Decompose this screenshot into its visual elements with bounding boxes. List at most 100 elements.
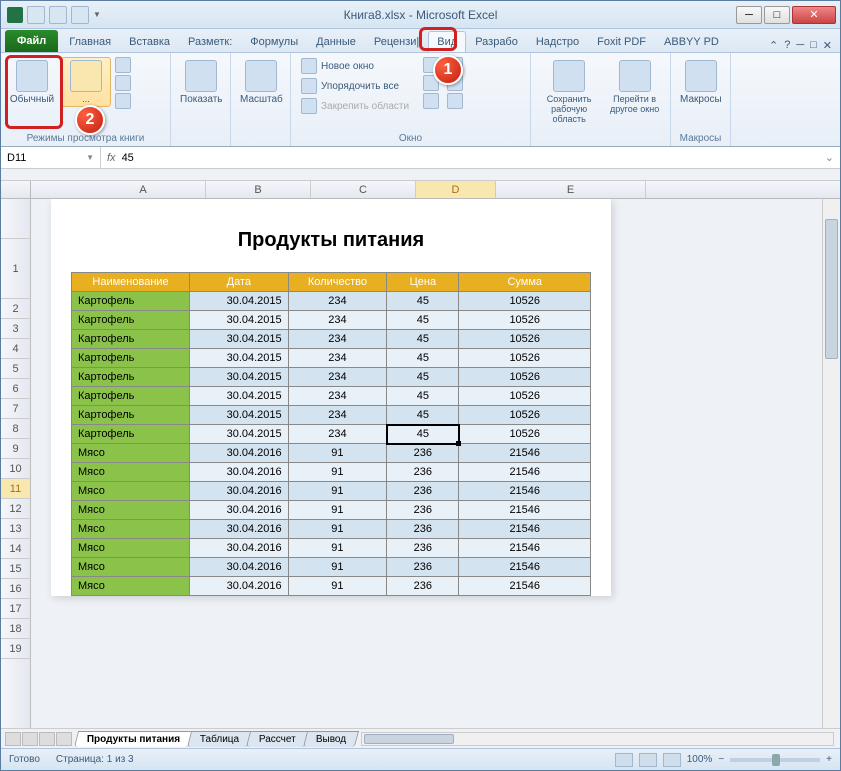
table-row[interactable]: Мясо30.04.20169123621546: [72, 577, 591, 596]
qat-save-button[interactable]: [27, 6, 45, 24]
cell-name[interactable]: Картофель: [72, 425, 190, 444]
row-header-16[interactable]: 16: [1, 579, 30, 599]
cell-date[interactable]: 30.04.2016: [190, 520, 289, 539]
cell-date[interactable]: 30.04.2015: [190, 406, 289, 425]
cell-name[interactable]: Мясо: [72, 539, 190, 558]
table-row[interactable]: Картофель30.04.20152344510526: [72, 406, 591, 425]
cell-sum[interactable]: 10526: [459, 387, 591, 406]
tab-nav-first[interactable]: [5, 732, 21, 746]
select-all-corner[interactable]: [1, 181, 31, 198]
cell-sum[interactable]: 21546: [459, 539, 591, 558]
help-icon[interactable]: ?: [784, 39, 790, 52]
macros-button[interactable]: Макросы: [677, 57, 725, 108]
cell-price[interactable]: 236: [387, 482, 459, 501]
qat-dropdown-icon[interactable]: ▼: [93, 10, 101, 19]
doc-restore-button[interactable]: □: [810, 39, 817, 52]
view-normal-button[interactable]: [615, 753, 633, 767]
cell-date[interactable]: 30.04.2016: [190, 558, 289, 577]
new-window-button[interactable]: Новое окно: [297, 57, 413, 75]
worksheet[interactable]: Продукты питания Наименование Дата Колич…: [31, 199, 840, 728]
table-row[interactable]: Картофель30.04.20152344510526: [72, 292, 591, 311]
row-header-15[interactable]: 15: [1, 559, 30, 579]
th-name[interactable]: Наименование: [72, 273, 190, 292]
cell-qty[interactable]: 234: [288, 368, 387, 387]
table-row[interactable]: Мясо30.04.20169123621546: [72, 444, 591, 463]
table-row[interactable]: Мясо30.04.20169123621546: [72, 463, 591, 482]
cell-qty[interactable]: 234: [288, 292, 387, 311]
row-header-18[interactable]: 18: [1, 619, 30, 639]
cell-name[interactable]: Картофель: [72, 387, 190, 406]
show-button[interactable]: Показать: [177, 57, 226, 108]
cell-name[interactable]: Мясо: [72, 501, 190, 520]
row-header-5[interactable]: 5: [1, 359, 30, 379]
reset-position-icon[interactable]: [447, 93, 463, 109]
cell-price[interactable]: 236: [387, 501, 459, 520]
th-date[interactable]: Дата: [190, 273, 289, 292]
cell-price[interactable]: 45: [387, 387, 459, 406]
zoom-out-button[interactable]: −: [718, 754, 724, 765]
row-header-13[interactable]: 13: [1, 519, 30, 539]
cell-sum[interactable]: 10526: [459, 330, 591, 349]
cell-sum[interactable]: 10526: [459, 425, 591, 444]
cell-name[interactable]: Картофель: [72, 368, 190, 387]
col-header-b[interactable]: B: [206, 181, 311, 198]
view-pagebreak-button[interactable]: [663, 753, 681, 767]
cell-price[interactable]: 236: [387, 577, 459, 596]
cell-qty[interactable]: 91: [288, 558, 387, 577]
cell-qty[interactable]: 91: [288, 520, 387, 539]
cell-qty[interactable]: 234: [288, 425, 387, 444]
row-header-9[interactable]: 9: [1, 439, 30, 459]
cell-price[interactable]: 236: [387, 444, 459, 463]
cell-price[interactable]: 45: [387, 406, 459, 425]
minimize-button[interactable]: ─: [736, 6, 762, 24]
cell-date[interactable]: 30.04.2015: [190, 311, 289, 330]
sheet-tab-1[interactable]: Продукты питания: [74, 731, 193, 747]
tab-review[interactable]: Рецензи|: [365, 31, 428, 52]
cell-sum[interactable]: 21546: [459, 444, 591, 463]
tab-formulas[interactable]: Формулы: [241, 31, 307, 52]
cell-sum[interactable]: 21546: [459, 463, 591, 482]
cell-sum[interactable]: 10526: [459, 368, 591, 387]
cell-name[interactable]: Картофель: [72, 311, 190, 330]
cell-qty[interactable]: 91: [288, 482, 387, 501]
table-row[interactable]: Мясо30.04.20169123621546: [72, 558, 591, 577]
cell-price[interactable]: 236: [387, 539, 459, 558]
row-header-12[interactable]: 12: [1, 499, 30, 519]
cell-qty[interactable]: 234: [288, 387, 387, 406]
horizontal-scrollbar-thumb[interactable]: [364, 734, 454, 744]
cell-sum[interactable]: 10526: [459, 311, 591, 330]
cell-price[interactable]: 45: [387, 368, 459, 387]
cell-name[interactable]: Картофель: [72, 349, 190, 368]
col-header-c[interactable]: C: [311, 181, 416, 198]
col-header-d[interactable]: D: [416, 181, 496, 198]
cell-sum[interactable]: 21546: [459, 520, 591, 539]
cell-date[interactable]: 30.04.2015: [190, 330, 289, 349]
arrange-all-button[interactable]: Упорядочить все: [297, 77, 413, 95]
table-row[interactable]: Картофель30.04.20152344510526: [72, 368, 591, 387]
zoom-button[interactable]: Масштаб: [237, 57, 286, 108]
cell-price[interactable]: 45: [387, 292, 459, 311]
cell-name[interactable]: Мясо: [72, 463, 190, 482]
maximize-button[interactable]: □: [764, 6, 790, 24]
ribbon-minimize-icon[interactable]: ⌃: [769, 39, 778, 52]
sheet-tab-2[interactable]: Таблица: [187, 731, 253, 747]
normal-view-button[interactable]: Обычный: [7, 57, 57, 108]
cell-qty[interactable]: 91: [288, 539, 387, 558]
tab-nav-prev[interactable]: [22, 732, 38, 746]
tab-home[interactable]: Главная: [60, 31, 120, 52]
cell-sum[interactable]: 21546: [459, 501, 591, 520]
cell-price[interactable]: 45: [387, 425, 459, 444]
table-row[interactable]: Картофель30.04.20152344510526: [72, 425, 591, 444]
tab-nav-last[interactable]: [56, 732, 72, 746]
cell-date[interactable]: 30.04.2016: [190, 539, 289, 558]
th-sum[interactable]: Сумма: [459, 273, 591, 292]
cell-date[interactable]: 30.04.2015: [190, 387, 289, 406]
cell-sum[interactable]: 10526: [459, 406, 591, 425]
cell-name[interactable]: Мясо: [72, 558, 190, 577]
doc-minimize-button[interactable]: ─: [796, 39, 804, 52]
cell-price[interactable]: 45: [387, 330, 459, 349]
cell-date[interactable]: 30.04.2015: [190, 349, 289, 368]
row-header-6[interactable]: 6: [1, 379, 30, 399]
cell-date[interactable]: 30.04.2015: [190, 368, 289, 387]
tab-abbyy[interactable]: ABBYY PD: [655, 31, 728, 52]
